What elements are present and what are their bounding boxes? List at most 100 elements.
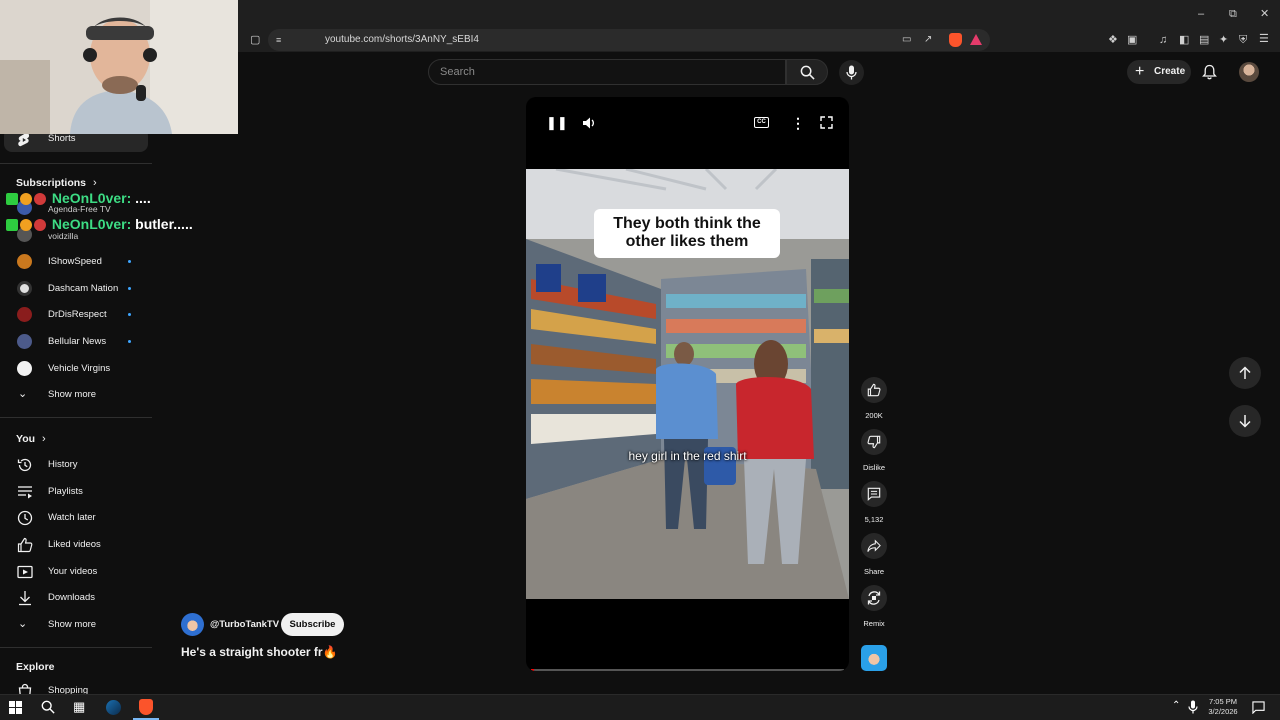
comments-button[interactable] [861, 481, 887, 507]
microphone-tray-icon[interactable] [1188, 700, 1198, 714]
subscription-item[interactable]: Bellular News [0, 330, 150, 354]
channel-name: Bellular News [48, 336, 107, 347]
sidebar-divider [0, 647, 152, 648]
remix-button[interactable] [861, 585, 887, 611]
url-text[interactable]: youtube.com/shorts/3AnNY_sEBI4 [325, 34, 479, 45]
like-count: 200K [865, 411, 883, 420]
thumbs-down-icon [867, 435, 881, 449]
video-title[interactable]: He's a straight shooter fr🔥 [181, 645, 338, 659]
extensions-icon[interactable]: ❖ [1108, 34, 1118, 46]
site-settings-icon[interactable]: ≡ [276, 34, 281, 46]
more-options-icon[interactable]: ⋮ [791, 115, 805, 132]
windows-taskbar: ▦ ⌃ 7:05 PM 3/2/2026 [0, 694, 1280, 720]
wallet-icon[interactable]: ▣ [1127, 34, 1137, 46]
chat-message: NeOnL0ver: .... [6, 190, 151, 206]
share-page-icon[interactable]: ↗ [924, 34, 932, 46]
share-icon [867, 539, 881, 552]
notifications-bell-icon[interactable] [1202, 64, 1217, 80]
you-show-more[interactable]: ⌄ Show more [0, 613, 150, 637]
minimize-icon[interactable]: – [1198, 8, 1204, 20]
sidebar-item-label: Playlists [48, 486, 83, 497]
sidebar-item-label: History [48, 459, 78, 470]
channel-name: Vehicle Virgins [48, 363, 111, 374]
liked-videos-icon [17, 537, 33, 553]
chevron-right-icon: › [41, 433, 46, 445]
steam-app-icon[interactable] [106, 700, 121, 715]
subscription-item[interactable]: DrDisRespect [0, 303, 150, 327]
sidebar-item-label: Downloads [48, 592, 95, 603]
brave-rewards-icon[interactable] [970, 34, 982, 45]
channel-handle[interactable]: @TurboTankTV [210, 619, 279, 630]
volume-icon[interactable] [582, 116, 596, 130]
next-short-button[interactable] [1229, 405, 1261, 437]
show-more-label: Show more [48, 619, 97, 630]
chat-badge-icon [20, 193, 32, 206]
share-label: Share [863, 567, 884, 576]
voice-search-button[interactable] [839, 60, 864, 85]
leo-ai-icon[interactable]: ✦ [1219, 34, 1228, 46]
sidebar-divider [0, 417, 152, 418]
create-button[interactable]: + Create [1127, 60, 1191, 84]
sidebar-item-shopping[interactable]: Shopping [0, 680, 150, 694]
plus-icon: + [1135, 63, 1145, 80]
watch-later-icon [17, 510, 33, 526]
channel-avatar[interactable] [181, 613, 204, 636]
remix-label: Remix [863, 619, 885, 628]
search-input[interactable]: Search [428, 59, 786, 85]
sidebar-item-history[interactable]: History [0, 453, 150, 477]
sidebar-item-watch-later[interactable]: Watch later [0, 506, 150, 530]
menu-icon[interactable]: ☰ [1259, 33, 1269, 45]
vpn-shield-icon[interactable]: ⛨ [1239, 34, 1247, 46]
subscriptions-show-more[interactable]: ⌄ Show more [0, 383, 150, 407]
share-button[interactable] [861, 533, 887, 559]
comment-count: 5,132 [864, 515, 884, 524]
closed-captions-icon[interactable]: CC [754, 117, 769, 128]
wallet-card-icon[interactable]: ▤ [1199, 34, 1209, 46]
sidebar-toggle-icon[interactable]: ◧ [1179, 34, 1189, 46]
video-content: They both think the other likes them hey… [526, 169, 849, 599]
sidebar-item-playlists[interactable]: Playlists [0, 480, 150, 504]
brave-shields-icon[interactable] [949, 33, 962, 47]
cast-icon[interactable]: ▭ [902, 34, 911, 46]
remix-icon [867, 591, 881, 605]
sidebar-item-downloads[interactable]: Downloads [0, 586, 150, 610]
close-window-icon[interactable]: ✕ [1260, 8, 1269, 20]
clock-time: 7:05 PM [1209, 697, 1237, 706]
chat-badge-icon [34, 193, 46, 206]
search-icon[interactable] [41, 700, 55, 714]
sidebar-item-liked-videos[interactable]: Liked videos [0, 533, 150, 557]
you-heading[interactable]: You › [16, 433, 46, 445]
notifications-center-icon[interactable] [1252, 701, 1265, 714]
subscribe-button[interactable]: Subscribe [281, 613, 344, 636]
subscriptions-heading[interactable]: Subscriptions › [16, 177, 97, 189]
brave-app-icon[interactable] [139, 699, 153, 715]
account-avatar[interactable] [1239, 62, 1259, 82]
restore-icon[interactable]: ⧉ [1229, 8, 1237, 20]
chat-username: NeOnL0ver [51, 190, 127, 206]
pause-button[interactable]: ❚❚ [546, 115, 568, 131]
subscription-item[interactable]: Dashcam Nation [0, 277, 150, 301]
subscription-item[interactable]: IShowSpeed [0, 250, 150, 274]
channel-avatar [17, 334, 32, 349]
like-button[interactable] [861, 377, 887, 403]
previous-short-button[interactable] [1229, 357, 1261, 389]
audio-source-thumbnail[interactable] [861, 645, 887, 671]
subscription-item[interactable]: Vehicle Virgins [0, 357, 150, 381]
video-subtitle: hey girl in the red shirt [628, 449, 747, 463]
taskbar-clock[interactable]: 7:05 PM 3/2/2026 [1198, 697, 1248, 717]
video-progress-bar[interactable] [531, 669, 844, 671]
task-view-icon[interactable]: ▦ [73, 699, 85, 715]
shorts-video-player[interactable]: ❚❚ CC ⋮ They both think the other likes … [526, 97, 849, 671]
bookmark-icon[interactable]: ▢ [250, 34, 260, 46]
chat-colon: : [126, 216, 132, 232]
sidebar-item-label: Shorts [48, 133, 76, 144]
tray-chevron-icon[interactable]: ⌃ [1172, 700, 1180, 711]
fullscreen-icon[interactable] [820, 116, 833, 129]
search-button[interactable] [786, 59, 828, 85]
chat-badge-icon [6, 219, 18, 232]
sidebar-item-your-videos[interactable]: Your videos [0, 560, 150, 584]
dislike-button[interactable] [861, 429, 887, 455]
address-bar[interactable]: ≡ youtube.com/shorts/3AnNY_sEBI4 ▭ ↗ [268, 29, 990, 51]
media-icon[interactable]: ♫ [1159, 34, 1167, 46]
windows-start-icon[interactable] [9, 701, 22, 714]
